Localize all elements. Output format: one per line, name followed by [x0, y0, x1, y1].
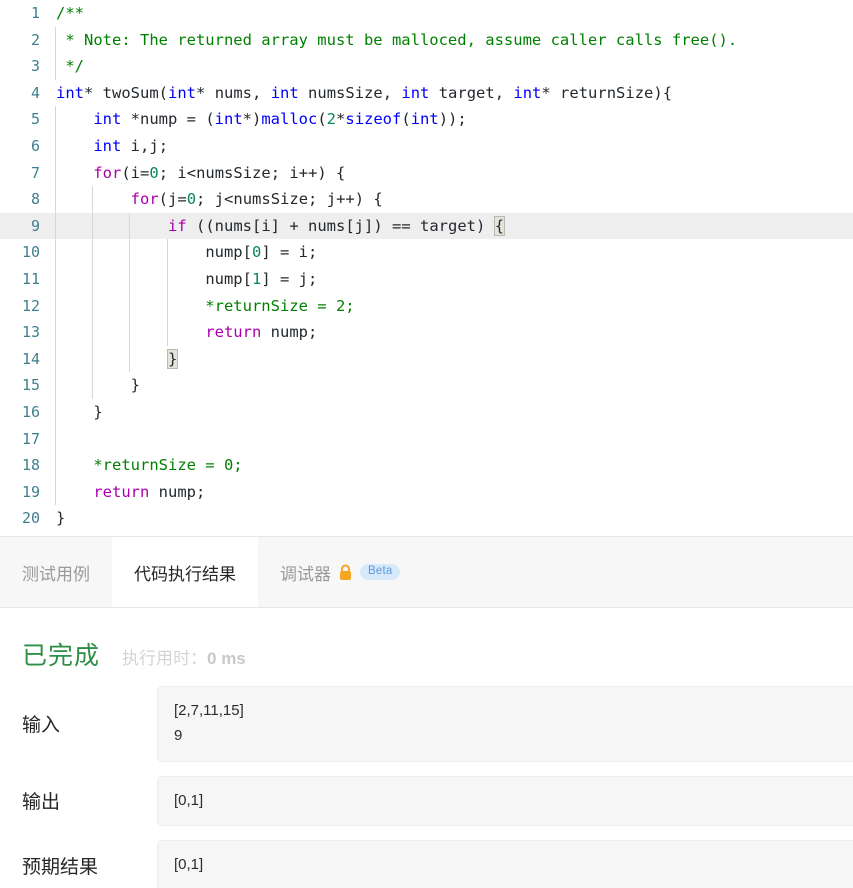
line-number: 11	[21, 269, 40, 288]
execution-result-panel: 已完成 执行用时：0 ms 输入 [2,7,11,15] 9 输出 [0,1] 预期结果…	[0, 608, 853, 888]
line-number: 6	[30, 136, 40, 155]
line-number: 17	[21, 429, 40, 448]
result-row: 预期结果 [0,1]	[0, 840, 853, 888]
line-number: 8	[30, 190, 40, 209]
line-number: 20	[21, 509, 40, 528]
code-text: nump[0] = i;	[205, 243, 318, 262]
line-number: 2	[30, 30, 40, 49]
code-text: */	[56, 57, 84, 76]
line-number: 5	[30, 110, 40, 129]
line-number: 4	[30, 83, 40, 102]
code-line[interactable]: 16 }	[0, 398, 853, 426]
line-number: 3	[30, 57, 40, 76]
line-number: 1	[30, 4, 40, 22]
tab-testcase[interactable]: 测试用例	[0, 537, 112, 607]
runtime-text: 执行用时：0 ms	[122, 644, 246, 669]
result-row-value[interactable]: [2,7,11,15] 9	[157, 686, 853, 762]
line-number: 10	[21, 243, 40, 262]
code-text: for(i=0; i<numsSize; i++) {	[93, 163, 346, 182]
code-line[interactable]: 20}	[0, 505, 853, 532]
code-text: return nump;	[93, 482, 206, 501]
line-number: 16	[21, 402, 40, 421]
code-line[interactable]: 13 return nump;	[0, 319, 853, 346]
code-line[interactable]: 9 if ((nums[i] + nums[j]) == target) {	[0, 212, 853, 240]
result-row-value[interactable]: [0,1]	[157, 775, 853, 827]
code-line[interactable]: 10 nump[0] = i;	[0, 239, 853, 266]
code-line[interactable]: 2 * Note: The returned array must be mal…	[0, 26, 853, 54]
code-line[interactable]: 8 for(j=0; j<numsSize; j++) {	[0, 186, 853, 213]
result-row-label: 输入	[22, 715, 61, 737]
code-text: }	[166, 348, 179, 369]
line-number: 12	[21, 296, 40, 315]
code-text: }	[56, 376, 140, 395]
code-text: * Note: The returned array must be mallo…	[56, 30, 738, 49]
line-number: 18	[21, 456, 40, 475]
code-line[interactable]: 17	[0, 425, 853, 453]
result-row: 输出 [0,1]	[0, 775, 853, 827]
line-number: 7	[30, 163, 40, 182]
code-text: /**	[56, 4, 84, 22]
code-text: if ((nums[i] + nums[j]) == target) {	[167, 215, 506, 236]
line-number: 19	[21, 482, 40, 501]
code-text: int *nump = (int*)malloc(2*sizeof(int));	[93, 110, 467, 129]
code-line[interactable]: 6 int i,j;	[0, 132, 853, 160]
result-row: 输入 [2,7,11,15] 9	[0, 686, 853, 762]
code-text: *returnSize = 0;	[56, 456, 243, 475]
runtime-label: 执行用时：	[122, 649, 208, 668]
code-line[interactable]: 12 *returnSize = 2;	[0, 292, 853, 320]
line-number: 14	[21, 349, 40, 368]
code-text: int i,j;	[93, 136, 169, 155]
result-row-value[interactable]: [0,1]	[157, 840, 853, 888]
result-row-label: 预期结果	[22, 857, 99, 879]
code-line[interactable]: 5 int *nump = (int*)malloc(2*sizeof(int)…	[0, 106, 853, 133]
code-line[interactable]: 14 }	[0, 345, 853, 373]
code-line[interactable]: 15 }	[0, 372, 853, 399]
code-line[interactable]: 18 *returnSize = 0;	[0, 452, 853, 479]
code-line[interactable]: 19 return nump;	[0, 478, 853, 506]
indent-guide	[55, 425, 56, 453]
code-editor[interactable]: 1 /** 2 * Note: The returned array must be…	[0, 0, 853, 536]
line-number: 13	[21, 323, 40, 342]
code-text: }	[56, 509, 66, 528]
code-line[interactable]: 1 /**	[0, 0, 853, 27]
code-text: int* twoSum(int* nums, int numsSize, int…	[56, 83, 673, 102]
tab-label: 调试器	[280, 564, 331, 584]
code-line[interactable]: 3 */	[0, 53, 853, 80]
code-line[interactable]: 4 int* twoSum(int* nums, int numsSize, in…	[0, 80, 853, 107]
status-row: 已完成 执行用时：0 ms	[0, 636, 853, 672]
runtime-value: 0 ms	[207, 649, 246, 668]
code-text: for(j=0; j<numsSize; j++) {	[130, 190, 383, 209]
tab-label: 代码执行结果	[134, 564, 236, 584]
code-text: nump[1] = j;	[205, 269, 318, 288]
code-text: }	[56, 402, 103, 421]
result-row-label: 输出	[22, 792, 61, 814]
verdict-text: 已完成	[22, 642, 101, 670]
code-line[interactable]: 11 nump[1] = j;	[0, 265, 853, 293]
tab-label: 测试用例	[22, 564, 90, 584]
line-number: 15	[21, 376, 40, 395]
code-text: return nump;	[205, 323, 318, 342]
line-number: 9	[30, 216, 40, 235]
tab-debugger[interactable]: 调试器 Beta	[258, 537, 422, 607]
code-line[interactable]: 7 for(i=0; i<numsSize; i++) {	[0, 159, 853, 187]
tab-result[interactable]: 代码执行结果	[112, 537, 258, 607]
beta-badge: Beta	[360, 563, 401, 581]
code-text: *returnSize = 2;	[56, 296, 355, 315]
lock-icon	[338, 564, 353, 581]
panel-tab-bar: 测试用例 代码执行结果 调试器 Beta	[0, 536, 853, 608]
result-rows: 输入 [2,7,11,15] 9 输出 [0,1] 预期结果 [0,1]	[0, 686, 853, 888]
